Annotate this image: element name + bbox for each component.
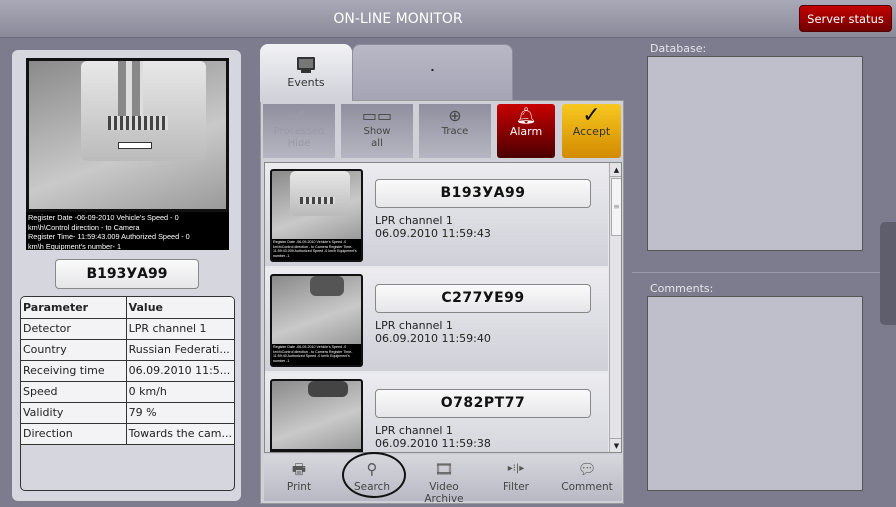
event-thumbnail xyxy=(270,379,363,452)
comments-label: Comments: xyxy=(650,282,714,295)
event-plate: B193УA99 xyxy=(375,179,591,208)
param-name: Country xyxy=(21,338,127,361)
table-row: Validity 79 % xyxy=(21,401,234,424)
bottom-toolbar: 🖶︎ Print ⚲ Search 🎞︎ Video Archive ▸⁝|▸ Filt… xyxy=(264,452,622,505)
event-time: 06.09.2010 11:59:38 xyxy=(375,437,491,450)
event-detector: LPR channel 1 xyxy=(375,319,453,332)
events-panel: ✔ Processed Hide ▭▭ Show all ⊕ Trace 🔔︎ Alar… xyxy=(260,100,624,505)
table-row: Country Russian Federati... xyxy=(21,338,234,361)
caption-line: km\h Equipment's number- 1 xyxy=(28,241,122,250)
param-value: 06.09.2010 11:5... xyxy=(125,359,234,382)
event-plate: O782PT77 xyxy=(375,389,591,418)
param-value: 0 km/h xyxy=(125,380,234,403)
tab-second[interactable]: . xyxy=(352,44,513,101)
scroll-down-icon[interactable]: ▼ xyxy=(610,438,621,452)
list-item[interactable]: Register Date -06-09-2010 Vehicle's Spee… xyxy=(265,268,608,371)
button-label: Accept xyxy=(572,125,611,138)
param-name: Detector xyxy=(21,317,127,340)
side-panel-handle[interactable] xyxy=(880,222,896,325)
server-status-button[interactable]: Server status xyxy=(799,5,892,32)
button-label: Print xyxy=(286,481,312,493)
bell-icon: 🔔︎ xyxy=(515,106,537,125)
param-name: Direction xyxy=(21,422,127,445)
list-scrollbar[interactable]: ▲ ≡ ▼ xyxy=(609,163,621,452)
event-plate: C277УE99 xyxy=(375,284,591,313)
window-title: ON-LINE MONITOR xyxy=(333,11,463,27)
caption-line: km\h\Control direction - to Camera xyxy=(28,222,140,232)
checkmark-icon: ✓ xyxy=(582,103,601,128)
scroll-thumb[interactable]: ≡ xyxy=(611,178,621,236)
comments-box[interactable] xyxy=(647,296,863,491)
highlight-circle xyxy=(342,452,406,498)
tab-label: . xyxy=(430,61,435,74)
table-header: Parameter Value xyxy=(21,297,234,319)
scroll-up-icon[interactable]: ▲ xyxy=(610,163,621,177)
parameters-table: Parameter Value Detector LPR channel 1 Cou… xyxy=(20,296,235,491)
print-button[interactable]: 🖶︎ Print xyxy=(264,455,334,501)
caption-line: Register Date -06-09-2010 Vehicle's Spee… xyxy=(28,213,179,222)
button-label: Processed Hide xyxy=(273,126,325,149)
trace-button[interactable]: ⊕ Trace xyxy=(419,104,491,158)
button-label: Comment xyxy=(561,481,613,493)
accept-button[interactable]: ✓ Accept xyxy=(562,104,621,158)
button-label: Alarm xyxy=(509,125,543,138)
column-header: Value xyxy=(125,297,234,319)
button-label: Show all xyxy=(363,126,391,149)
checkmark-icon: ✔ xyxy=(292,106,306,125)
camera-snapshot: Register Date -06-09-2010 Vehicle's Spee… xyxy=(26,58,229,250)
filter-button[interactable]: ▸⁝|▸ Filter xyxy=(480,455,552,501)
events-list: Register Date -06-09-2010 Vehicle's Spee… xyxy=(264,162,622,453)
list-item[interactable]: Register Date -06-09-2010 Vehicle's Spee… xyxy=(265,163,608,266)
param-value: 79 % xyxy=(125,401,234,424)
divider xyxy=(632,272,896,273)
event-thumbnail: Register Date -06-09-2010 Vehicle's Spee… xyxy=(270,169,363,262)
param-value: Russian Federati... xyxy=(125,338,234,361)
button-label: Trace xyxy=(441,126,469,137)
param-value: Towards the cam... xyxy=(125,422,234,445)
processed-hide-button[interactable]: ✔ Processed Hide xyxy=(263,104,335,158)
database-label: Database: xyxy=(650,42,707,55)
button-label: Video Archive xyxy=(424,481,464,505)
event-thumbnail: Register Date -06-09-2010 Vehicle's Spee… xyxy=(270,274,363,367)
table-row: Speed 0 km/h xyxy=(21,380,234,403)
list-item[interactable]: O782PT77 LPR channel 1 06.09.2010 11:59:… xyxy=(265,373,608,452)
show-all-button[interactable]: ▭▭ Show all xyxy=(341,104,413,158)
param-name: Receiving time xyxy=(21,359,127,382)
video-archive-button[interactable]: 🎞︎ Video Archive xyxy=(408,455,480,505)
param-name: Speed xyxy=(21,380,127,403)
film-icon: 🎞︎ xyxy=(434,460,454,478)
printer-icon: 🖶︎ xyxy=(291,460,307,478)
selected-plate-number: B193УA99 xyxy=(55,259,199,289)
column-header: Parameter xyxy=(21,297,127,319)
event-time: 06.09.2010 11:59:40 xyxy=(375,332,491,345)
search-button[interactable]: ⚲ Search xyxy=(336,452,408,501)
table-row: Detector LPR channel 1 xyxy=(21,317,234,340)
monitor-icon xyxy=(297,57,315,70)
button-label: Filter xyxy=(502,481,529,493)
layout-icon: ▭▭ xyxy=(361,106,393,125)
param-name: Validity xyxy=(21,401,127,424)
tab-events[interactable]: Events xyxy=(260,44,352,102)
filter-icon: ▸⁝|▸ xyxy=(507,463,525,474)
caption-line: Register Time- 11:59:43.009 Authorized S… xyxy=(28,232,190,242)
speech-bubble-icon: 💬︎ xyxy=(577,460,597,478)
param-value: LPR channel 1 xyxy=(125,317,234,340)
table-row: Receiving time 06.09.2010 11:5... xyxy=(21,359,234,382)
alarm-button[interactable]: 🔔︎ Alarm xyxy=(497,104,555,158)
event-detector: LPR channel 1 xyxy=(375,214,453,227)
event-time: 06.09.2010 11:59:43 xyxy=(375,227,491,240)
comment-button[interactable]: 💬︎ Comment xyxy=(552,455,622,501)
crosshair-icon: ⊕ xyxy=(448,106,462,125)
table-row: Direction Towards the cam... xyxy=(21,422,234,445)
database-box xyxy=(647,56,863,251)
tab-label: Events xyxy=(287,76,325,89)
event-detector: LPR channel 1 xyxy=(375,424,453,437)
